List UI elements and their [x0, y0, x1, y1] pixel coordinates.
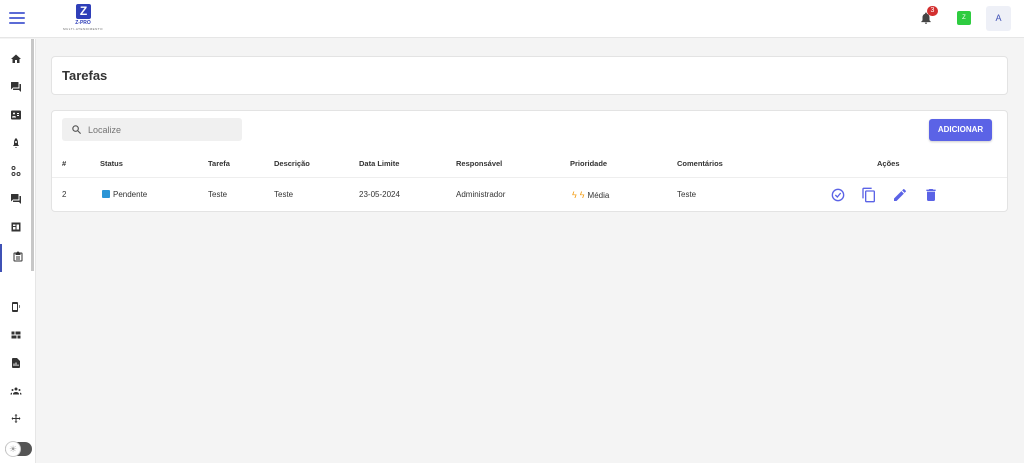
cell-id: 2 [62, 190, 67, 199]
rocket-icon[interactable] [0, 130, 30, 158]
column-header-comments: Comentários [677, 159, 723, 168]
status-label: Pendente [113, 190, 148, 199]
column-header-due-date: Data Limite [359, 159, 400, 168]
sun-icon: ☀ [5, 441, 21, 457]
user-avatar[interactable]: A [986, 6, 1011, 31]
title-card: Tarefas [51, 56, 1008, 95]
table-row: 2 Pendente Teste Teste 23-05-2024 Admini… [52, 177, 1007, 213]
clipboard-icon[interactable] [0, 244, 30, 272]
search-box[interactable] [62, 118, 242, 141]
contact-card-icon[interactable] [0, 102, 30, 130]
logo-subtitle: MULTI-ATENDIMENTO [63, 27, 103, 31]
priority-label: Média [587, 191, 610, 200]
column-header-priority: Prioridade [570, 159, 608, 168]
connection-status-badge[interactable]: Z [957, 11, 971, 25]
grid-icon[interactable] [0, 322, 30, 350]
message-icon[interactable] [0, 186, 30, 214]
theme-toggle[interactable]: ☀ [5, 441, 32, 457]
cell-status: Pendente [102, 190, 147, 199]
bolt-icon: ϟ [572, 190, 577, 200]
copy-icon[interactable] [861, 187, 877, 203]
mobile-connection-icon[interactable] [0, 294, 30, 322]
search-icon [72, 125, 82, 135]
flow-icon[interactable] [0, 158, 30, 186]
check-circle-icon[interactable] [830, 187, 846, 203]
cell-priority: ϟ ϟ Média [572, 190, 609, 200]
tasks-table-card: ADICIONAR # Status Tarefa Descrição Data… [51, 110, 1008, 212]
logo-mark: Z [76, 4, 91, 19]
report-icon[interactable] [0, 350, 30, 378]
sidebar-scrollbar[interactable] [31, 39, 34, 271]
column-header-actions: Ações [877, 159, 900, 168]
home-icon[interactable] [0, 46, 30, 74]
notification-count-badge: 3 [927, 6, 938, 16]
menu-icon[interactable] [9, 10, 25, 26]
page-title: Tarefas [62, 68, 108, 83]
dashboard-icon[interactable] [0, 214, 30, 242]
top-bar: Z Z-PRO MULTI-ATENDIMENTO 3 Z A [0, 0, 1024, 38]
pending-status-icon [102, 190, 110, 198]
column-header-description: Descrição [274, 159, 310, 168]
logo[interactable]: Z Z-PRO MULTI-ATENDIMENTO [60, 3, 106, 33]
add-task-button[interactable]: ADICIONAR [929, 119, 992, 141]
cell-due-date: 23-05-2024 [359, 190, 400, 199]
cell-assignee: Administrador [456, 190, 506, 199]
column-header-task: Tarefa [208, 159, 230, 168]
cell-description: Teste [274, 190, 294, 199]
delete-icon[interactable] [923, 187, 939, 203]
cell-comments: Teste [677, 190, 697, 199]
search-input[interactable] [88, 121, 238, 138]
edit-icon[interactable] [892, 187, 908, 203]
column-header-status: Status [100, 159, 123, 168]
group-icon[interactable] [0, 378, 30, 406]
network-icon[interactable] [0, 406, 30, 434]
cell-task: Teste [208, 190, 228, 199]
chat-icon[interactable] [0, 74, 30, 102]
bolt-icon: ϟ [579, 190, 585, 200]
column-header-assignee: Responsável [456, 159, 503, 168]
column-header-id: # [62, 159, 67, 168]
logo-name: Z-PRO [75, 20, 91, 26]
